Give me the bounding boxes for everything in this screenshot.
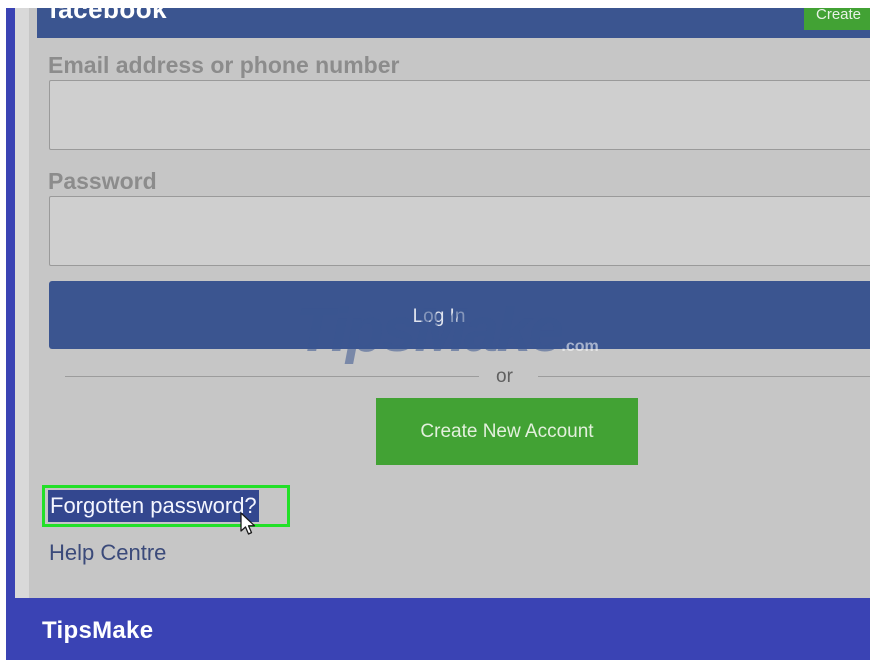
password-label: Password xyxy=(48,168,157,194)
browser-screen: facebook Create Email address or phone n… xyxy=(15,8,870,598)
watermark-text: TipsMake xyxy=(296,296,563,365)
facebook-header-bar: facebook Create xyxy=(37,8,870,38)
divider-left xyxy=(65,376,479,377)
email-label: Email address or phone number xyxy=(48,52,400,78)
forgot-password-link[interactable]: Forgotten password? xyxy=(48,490,259,522)
or-separator: or xyxy=(496,366,513,387)
header-create-button[interactable]: Create xyxy=(804,8,870,30)
tipsmake-watermark: TipsMake.com xyxy=(296,295,599,365)
email-field[interactable] xyxy=(49,80,870,150)
tutorial-frame: facebook Create Email address or phone n… xyxy=(6,8,870,660)
tipsmake-footer-brand: TipsMake xyxy=(42,617,154,644)
facebook-logo[interactable]: facebook xyxy=(49,8,167,25)
password-field[interactable] xyxy=(49,196,870,266)
watermark-suffix: .com xyxy=(561,338,599,355)
divider-right xyxy=(538,376,870,377)
screen-edge xyxy=(15,8,29,598)
mouse-pointer-icon xyxy=(240,512,256,535)
create-new-account-button[interactable]: Create New Account xyxy=(376,398,638,465)
help-centre-link[interactable]: Help Centre xyxy=(49,540,166,566)
